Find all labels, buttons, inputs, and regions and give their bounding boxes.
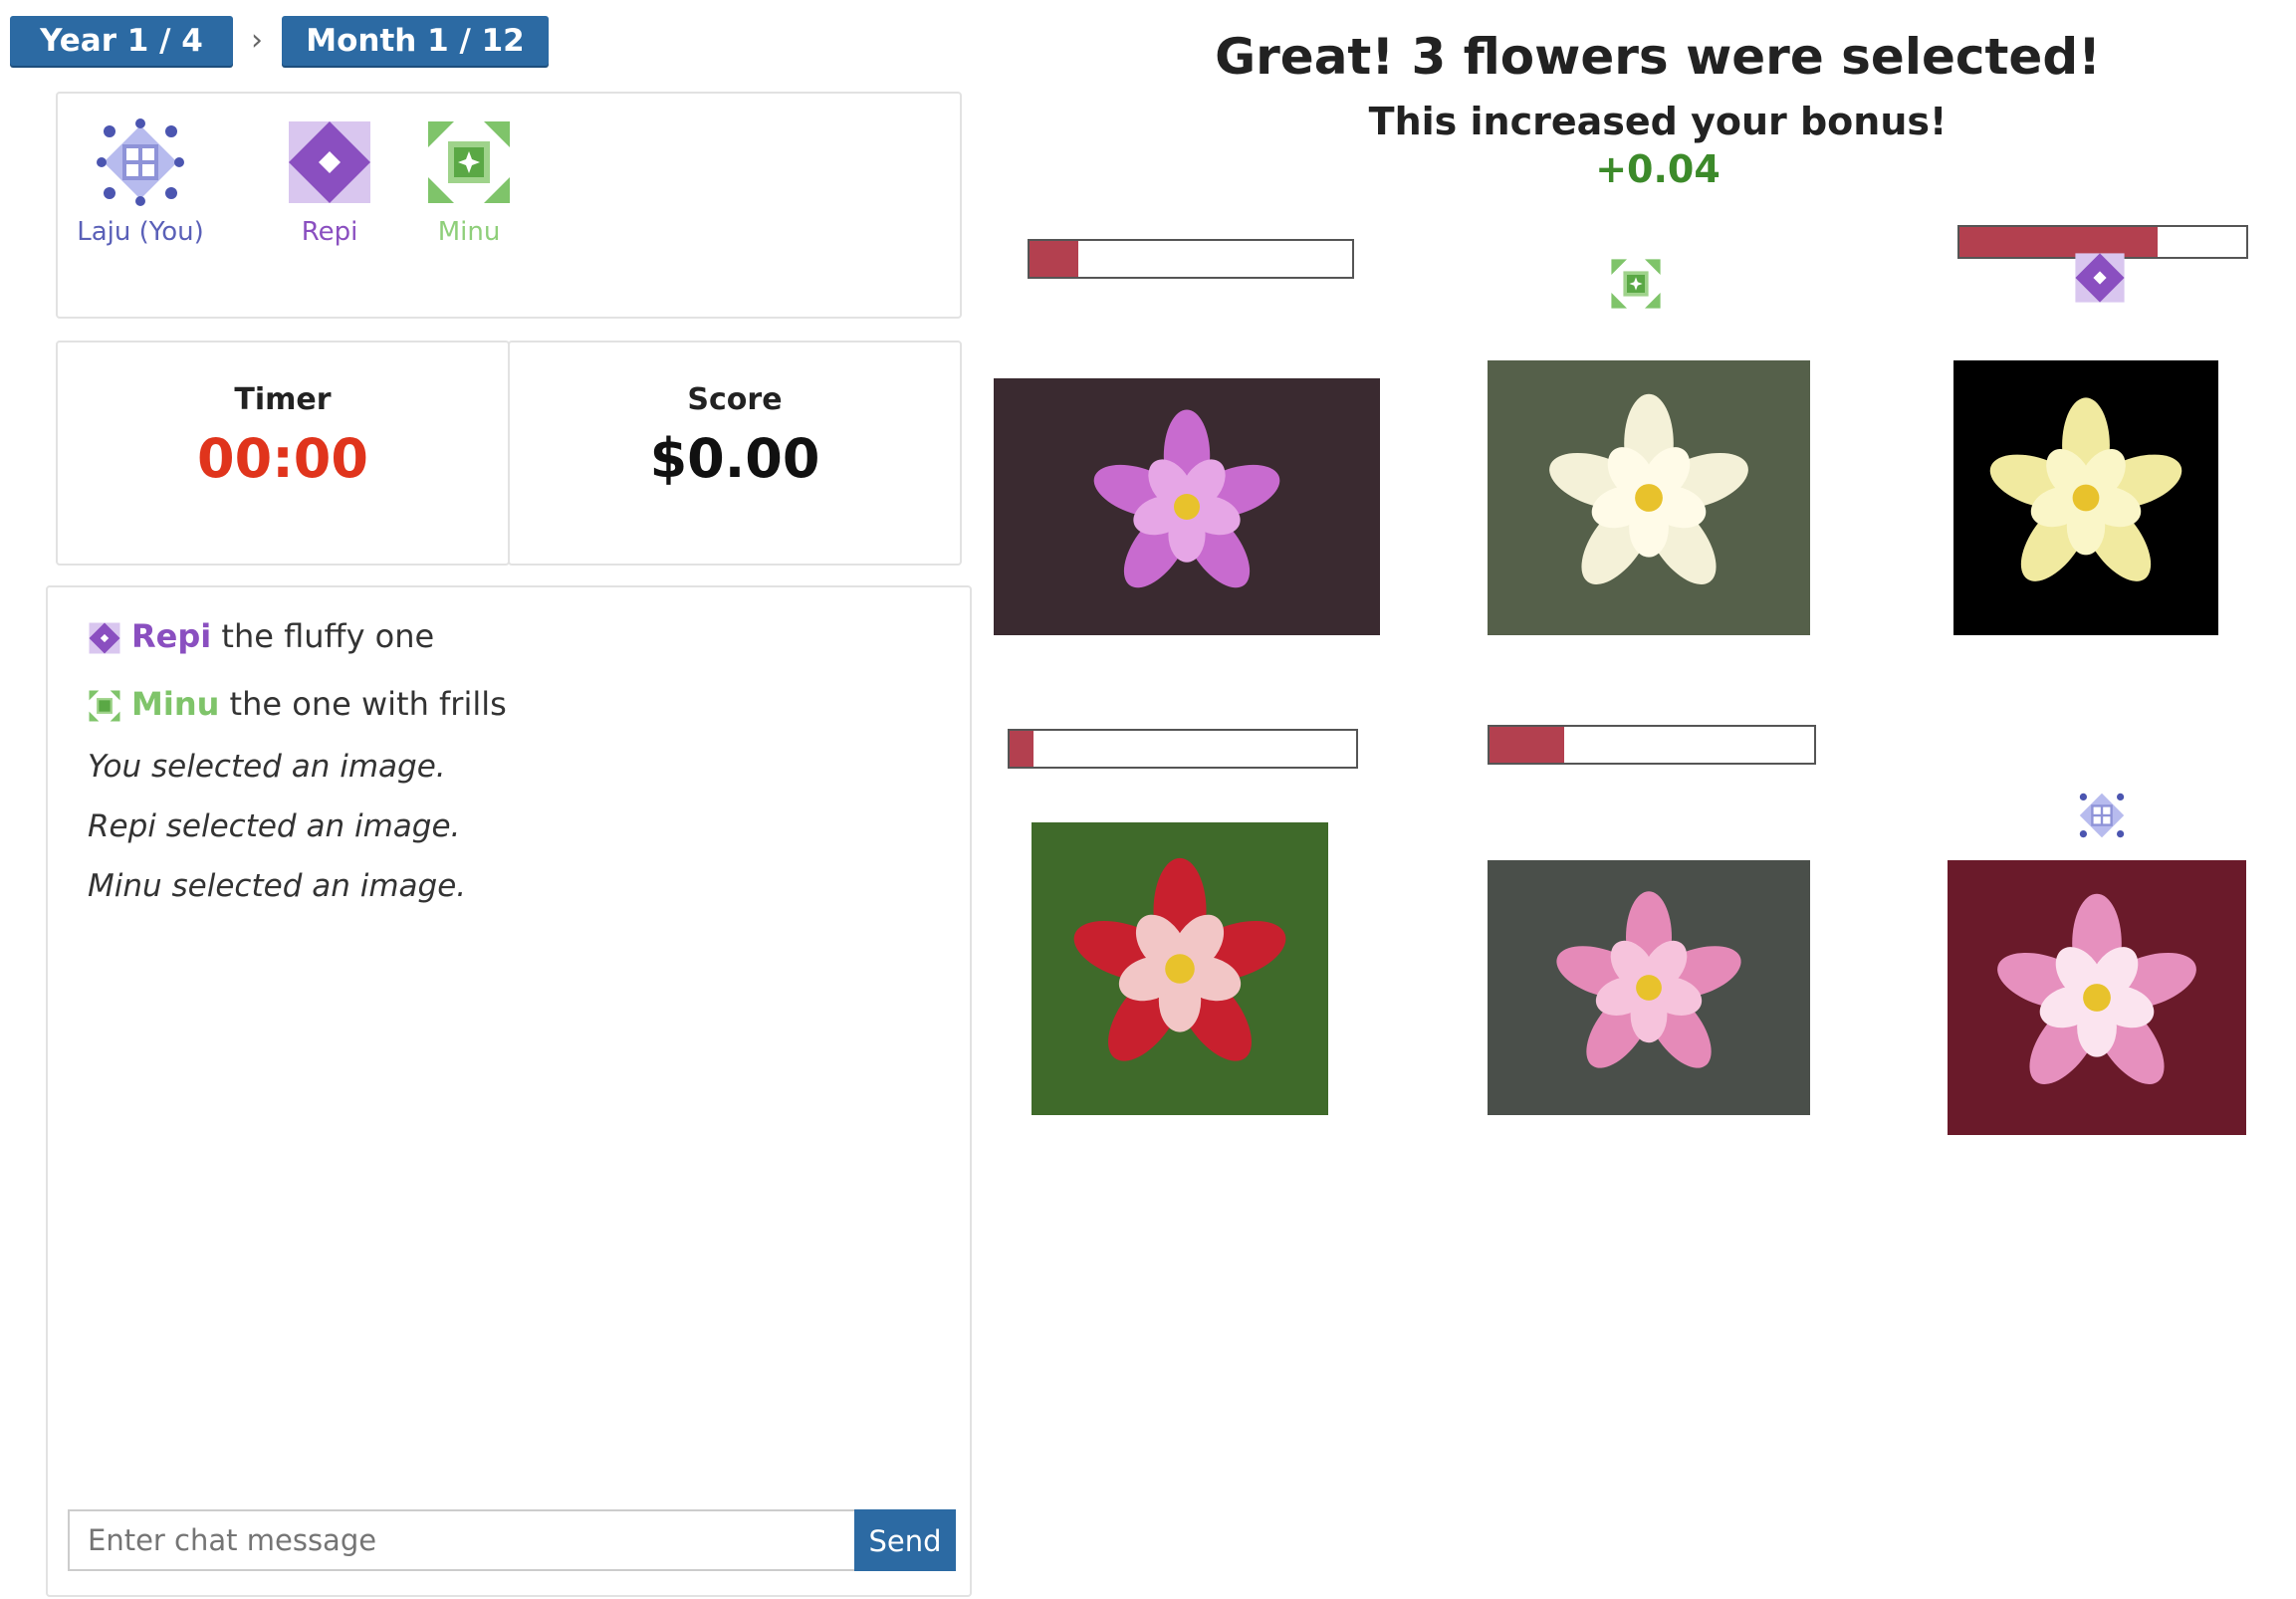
bonus-value: +0.04 [1595,147,1721,191]
star-quilt-icon [428,121,510,203]
result-subtitle: This increased your bonus! [1368,100,1948,143]
player-name: Minu [437,217,501,247]
selection-bar-fill [1490,727,1564,763]
flower-image[interactable] [1488,360,1810,635]
year-badge: Year 1 / 4 [10,16,233,66]
chat-text: the fluffy one [221,617,435,655]
chat-sender: Repi [131,617,212,655]
flower-image[interactable] [1953,360,2218,635]
selection-bar-fill [1959,227,2158,257]
score-panel: Score $0.00 [508,341,962,566]
chat-event: Repi selected an image. [88,808,461,844]
chat-panel [46,585,972,1597]
selection-bar-fill [1030,241,1078,277]
player-minu: Minu [394,117,544,247]
diamond-quilt-icon [89,622,120,654]
breadcrumb-separator: › [251,23,263,58]
chat-sender: Minu [131,685,220,723]
timer-panel: Timer 00:00 [56,341,510,566]
score-value: $0.00 [649,427,820,490]
timer-label: Timer [234,382,332,417]
grid-quilt-icon [97,118,184,206]
star-quilt-icon [89,690,120,722]
flower-image[interactable] [1948,860,2246,1135]
star-quilt-icon [1609,257,1663,315]
player-repi: Repi [255,117,404,247]
chat-event: You selected an image. [88,749,446,785]
chat-message: Repi the fluffy one [88,617,434,655]
chat-event: Minu selected an image. [88,868,467,904]
flower-image[interactable] [1488,860,1810,1115]
player-laju: Laju (You) [66,117,215,247]
player-name: Repi [301,217,358,247]
selection-bar [1008,729,1358,769]
player-name: Laju (You) [77,217,204,247]
send-button[interactable]: Send [854,1509,956,1571]
flower-image[interactable] [994,378,1380,635]
grid-quilt-icon [2075,789,2129,846]
selection-bar [1028,239,1354,279]
chat-input[interactable] [68,1509,854,1571]
diamond-quilt-icon [2073,251,2127,309]
selection-bar-fill [1010,731,1034,767]
chat-text: the one with frills [229,685,507,723]
month-badge: Month 1 / 12 [282,16,549,66]
result-title: Great! 3 flowers were selected! [1215,28,2101,86]
selection-bar [1488,725,1816,765]
timer-value: 00:00 [197,427,368,490]
flower-image[interactable] [1032,822,1328,1115]
diamond-quilt-icon [289,121,370,203]
chat-message: Minu the one with frills [88,685,507,723]
score-label: Score [687,382,783,417]
